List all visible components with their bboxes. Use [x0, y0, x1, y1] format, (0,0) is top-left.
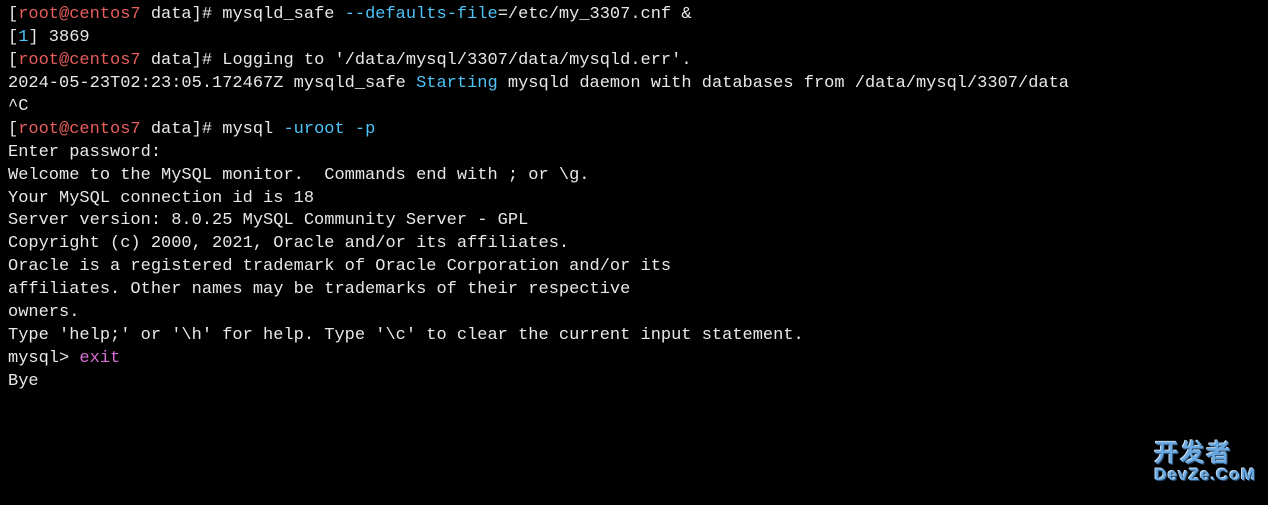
mysql-prompt-line: mysql> exit [8, 348, 1260, 371]
job-number: 1 [18, 28, 28, 47]
watermark-url: DevZe.CoM [1154, 466, 1256, 483]
command-mysql: mysql [222, 120, 283, 139]
watermark-cn: 开发者 [1154, 442, 1256, 466]
enter-password: Enter password: [8, 142, 1260, 165]
log-starting: Starting [416, 74, 498, 93]
trademark-line-2: affiliates. Other names may be trademark… [8, 279, 1260, 302]
option-p: -p [355, 120, 375, 139]
ctrl-c: ^C [8, 96, 1260, 119]
copyright-line: Copyright (c) 2000, 2021, Oracle and/or … [8, 233, 1260, 256]
bye-line: Bye [8, 371, 1260, 394]
log-line: 2024-05-23T02:23:05.172467Z mysqld_safe … [8, 73, 1260, 96]
connection-id: Your MySQL connection id is 18 [8, 188, 1260, 211]
welcome-line: Welcome to the MySQL monitor. Commands e… [8, 165, 1260, 188]
prompt-line-1: [root@centos7 data]# mysqld_safe --defau… [8, 4, 1260, 27]
option-uroot: -uroot [283, 120, 344, 139]
help-line: Type 'help;' or '\h' for help. Type '\c'… [8, 325, 1260, 348]
mysql-prompt: mysql> [8, 349, 79, 368]
server-version: Server version: 8.0.25 MySQL Community S… [8, 210, 1260, 233]
option-defaults-file: --defaults-file [345, 5, 498, 24]
log-timestamp: 2024-05-23T02:23:05.172467Z mysqld_safe [8, 74, 416, 93]
job-line: [1] 3869 [8, 27, 1260, 50]
log-path: Logging to '/data/mysql/3307/data/mysqld… [222, 51, 691, 70]
command-mysqld-safe: mysqld_safe [222, 5, 344, 24]
prompt-line-2: [root@centos7 data]# Logging to '/data/m… [8, 50, 1260, 73]
job-pid: 3869 [39, 28, 90, 47]
exit-command: exit [79, 349, 120, 368]
prompt-line-3: [root@centos7 data]# mysql -uroot -p [8, 119, 1260, 142]
watermark: 开发者 DevZe.CoM [1154, 442, 1256, 483]
trademark-line-1: Oracle is a registered trademark of Orac… [8, 256, 1260, 279]
trademark-line-3: owners. [8, 302, 1260, 325]
prompt-user: root@centos7 [18, 5, 140, 24]
